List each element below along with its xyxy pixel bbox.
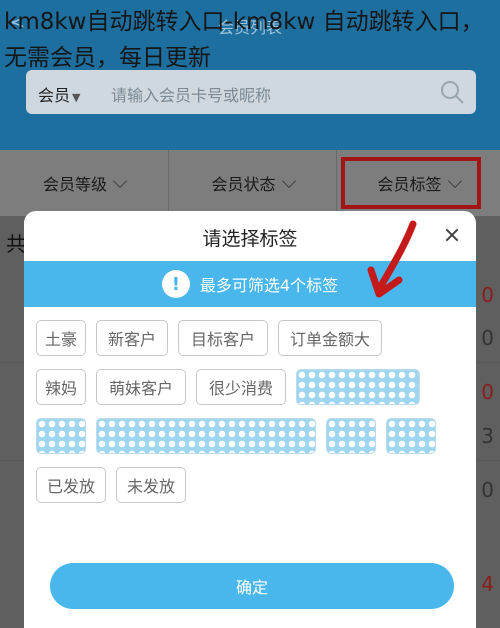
tag-option[interactable]: 目标客户 xyxy=(178,320,268,356)
chevron-down-icon xyxy=(112,173,128,189)
list-value: 0 xyxy=(481,478,494,502)
tag-option-redacted[interactable] xyxy=(96,418,316,454)
tag-option-redacted[interactable] xyxy=(296,369,420,405)
red-arrow-annotation xyxy=(367,220,417,298)
list-value: 0 xyxy=(481,283,494,307)
tag-option[interactable]: 辣妈 xyxy=(36,369,86,405)
list-value: 0 xyxy=(481,326,494,350)
list-value: 4 xyxy=(481,572,494,596)
tag-option[interactable]: 很少消费 xyxy=(196,369,286,405)
filter-label: 会员等级 xyxy=(42,175,107,194)
filter-member-level[interactable]: 会员等级 xyxy=(0,150,168,216)
search-bar[interactable]: 会员 ▼ 请输入会员卡号或昵称 xyxy=(26,70,476,114)
confirm-button[interactable]: 确定 xyxy=(50,563,454,609)
list-value: 0 xyxy=(481,380,494,404)
tag-option[interactable]: 新客户 xyxy=(96,320,168,356)
close-icon[interactable] xyxy=(442,225,462,245)
caption-text: km8kw自动跳转入口-km8kw 自动跳转入口，无需会员，每日更新 xyxy=(4,9,484,71)
tag-option[interactable]: 未发放 xyxy=(116,467,186,503)
list-count-label: 共 xyxy=(6,232,26,256)
tag-option[interactable]: 土豪 xyxy=(36,320,86,356)
search-type-select[interactable]: 会员 ▼ xyxy=(38,82,80,106)
chevron-down-icon: ▼ xyxy=(72,91,81,104)
tag-option[interactable]: 萌妹客户 xyxy=(96,369,186,405)
tag-option[interactable]: 已发放 xyxy=(36,467,106,503)
tag-option-redacted[interactable] xyxy=(386,418,436,454)
list-value: 3 xyxy=(481,424,494,448)
tag-option-redacted[interactable] xyxy=(36,418,86,454)
tag-option-redacted[interactable] xyxy=(326,418,376,454)
info-icon: ! xyxy=(161,270,190,298)
search-icon[interactable] xyxy=(438,78,466,106)
tag-option[interactable]: 订单金额大 xyxy=(278,320,382,356)
notice-text: 最多可筛选4个标签 xyxy=(199,276,339,295)
highlight-annotation-box xyxy=(341,157,481,209)
search-type-label: 会员 xyxy=(38,86,71,105)
search-input[interactable]: 请输入会员卡号或昵称 xyxy=(111,82,271,106)
filter-label: 会员状态 xyxy=(211,175,276,194)
filter-member-status[interactable]: 会员状态 xyxy=(168,150,336,216)
chevron-down-icon xyxy=(281,173,296,189)
